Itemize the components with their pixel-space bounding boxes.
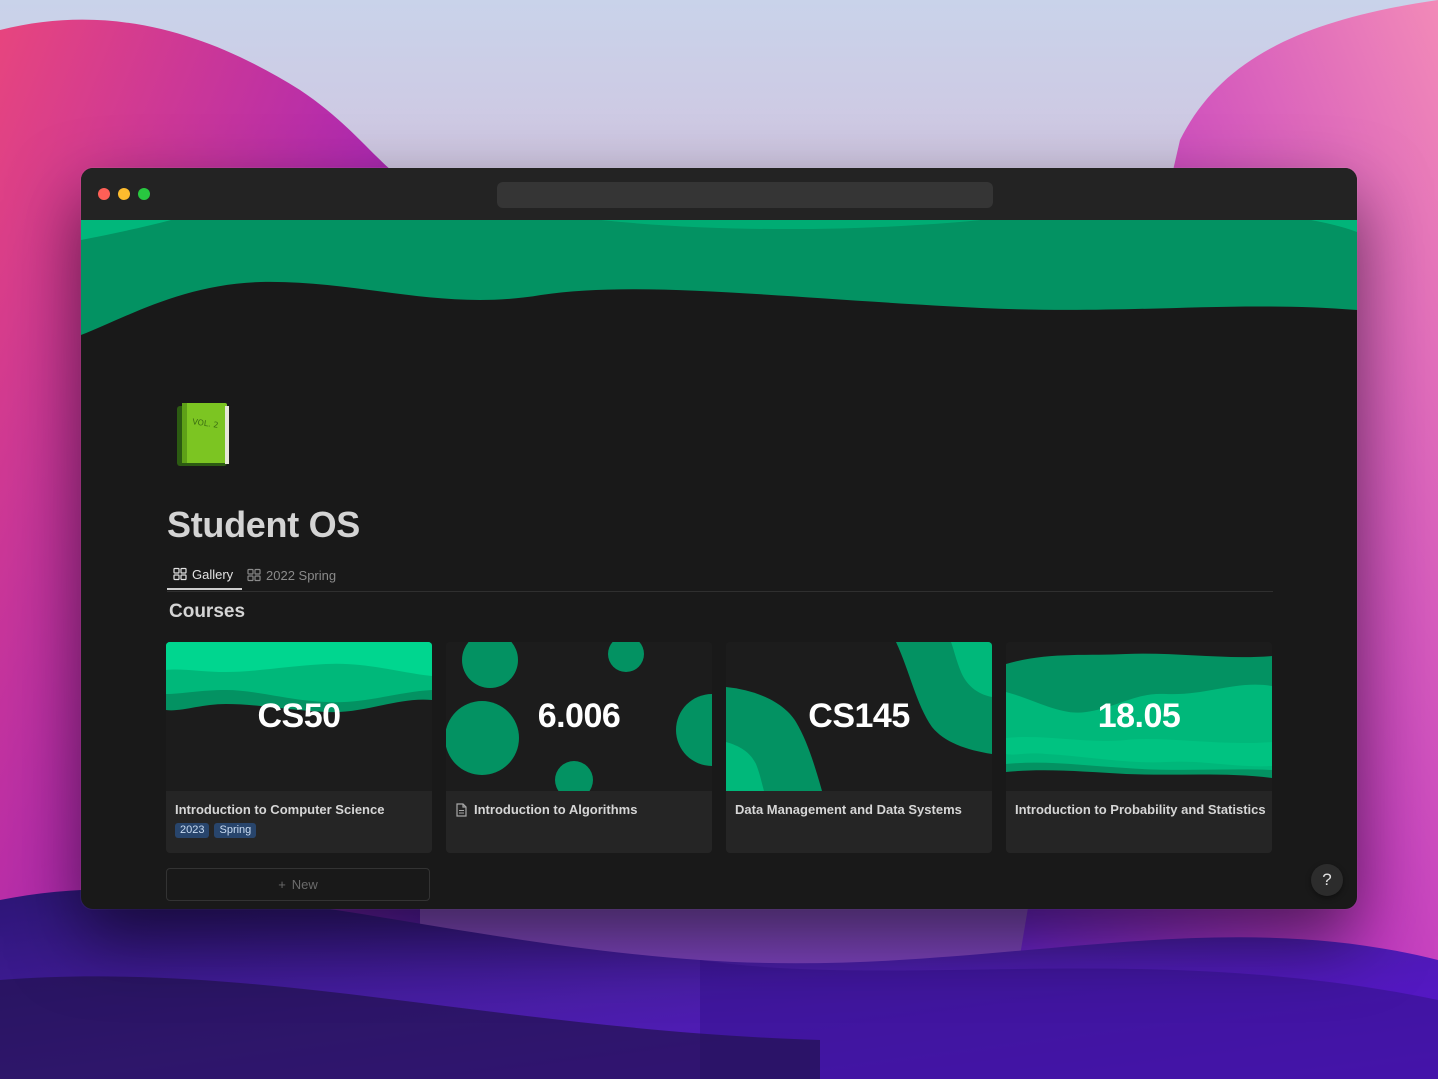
course-card-1805[interactable]: 18.05 Introduction to Probability and St… [1006, 642, 1272, 853]
card-cover-image: 18.05 [1006, 642, 1272, 791]
tab-label: Gallery [192, 566, 234, 582]
course-title-text: Data Management and Data Systems [735, 802, 962, 817]
zoom-window-button[interactable] [138, 188, 150, 200]
minimize-window-button[interactable] [118, 188, 130, 200]
close-window-button[interactable] [98, 188, 110, 200]
tab-2022-spring[interactable]: 2022 Spring [247, 560, 336, 590]
tab-gallery[interactable]: Gallery [167, 560, 242, 590]
card-cover-image: CS145 [726, 642, 992, 791]
course-title-text: Introduction to Computer Science [175, 802, 385, 817]
plus-icon: + [278, 877, 286, 892]
course-card-cs50[interactable]: CS50 Introduction to Computer Science 20… [166, 642, 432, 853]
course-tags: 2023 Spring [175, 823, 257, 838]
course-card-6006[interactable]: 6.006 Introduction to Algorithms [446, 642, 712, 853]
page-icon [456, 802, 467, 817]
course-card-cs145[interactable]: CS145 Data Management and Data Systems [726, 642, 992, 853]
card-cover-image: 6.006 [446, 642, 712, 791]
card-cover-image: CS50 [166, 642, 432, 791]
course-code: CS145 [808, 697, 910, 735]
page-title: Student OS [167, 504, 360, 545]
tab-label: 2022 Spring [266, 567, 337, 583]
gallery-icon [247, 568, 261, 582]
address-bar[interactable] [497, 182, 993, 208]
course-title: Introduction to Computer Science [175, 802, 384, 817]
course-code: 18.05 [1097, 697, 1181, 735]
course-title: Introduction to Algorithms [455, 802, 637, 817]
window-titlebar [81, 168, 1357, 220]
course-title: Data Management and Data Systems [735, 802, 962, 817]
green-book-icon: VOL. 2 [177, 403, 229, 466]
view-tabs: Gallery 2022 Spring [167, 560, 1273, 592]
tag-year: 2023 [175, 823, 210, 838]
course-title-text: Introduction to Algorithms [474, 802, 638, 817]
page-cover-image [81, 220, 1357, 340]
help-button[interactable]: ? [1311, 864, 1343, 896]
gallery-icon [173, 567, 187, 581]
course-code: 6.006 [537, 697, 621, 735]
course-title-text: Introduction to Probability and Statisti… [1015, 802, 1266, 817]
tag-term: Spring [214, 823, 257, 838]
new-button-label: New [291, 877, 318, 892]
new-card-button[interactable]: + New [166, 868, 430, 901]
browser-window: VOL. 2 Student OS Gallery 2022 Spring Co… [81, 168, 1357, 909]
section-heading: Courses [169, 601, 246, 622]
course-code: CS50 [257, 697, 341, 735]
course-title: Introduction to Probability and Statisti… [1015, 802, 1266, 817]
